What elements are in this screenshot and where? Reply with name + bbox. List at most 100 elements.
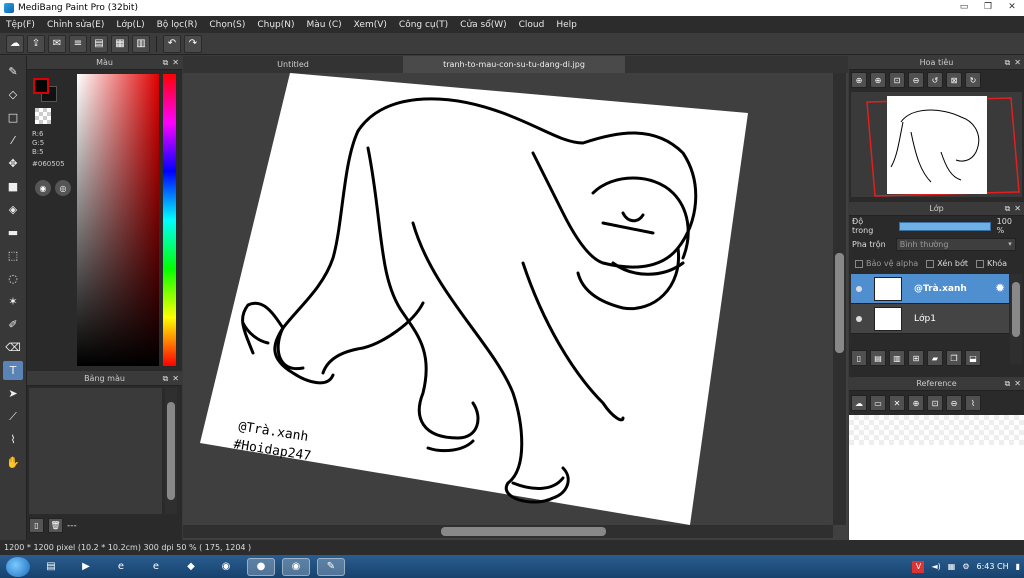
grid-icon[interactable]: ▥: [132, 34, 150, 53]
palette-scrollbar[interactable]: [165, 388, 177, 514]
share-icon[interactable]: ⇪: [27, 34, 45, 53]
chrome-icon[interactable]: ◉: [212, 558, 240, 576]
move-icon[interactable]: ✥: [3, 154, 23, 173]
show-desktop-icon[interactable]: ▮: [1016, 562, 1020, 571]
eyedropper-icon[interactable]: ⌇: [965, 395, 981, 411]
package-icon[interactable]: ◆: [177, 558, 205, 576]
minimize-button[interactable]: ▭: [952, 0, 976, 14]
close-icon[interactable]: ✕: [889, 395, 905, 411]
canvas-vertical-scrollbar[interactable]: [833, 73, 846, 525]
visibility-icon[interactable]: [856, 285, 862, 292]
palette-area[interactable]: [29, 388, 162, 514]
menu-file[interactable]: Tệp(F): [0, 20, 41, 30]
canvas-horizontal-scrollbar[interactable]: [183, 525, 833, 538]
navigator-preview[interactable]: [851, 92, 1022, 197]
menu-layer[interactable]: Lớp(L): [110, 20, 150, 30]
zoom-out-icon[interactable]: ⊖: [946, 395, 962, 411]
menu-tools[interactable]: Công cụ(T): [393, 20, 454, 30]
layer-row[interactable]: Lớp1: [851, 304, 1009, 334]
new-8bit-layer-icon[interactable]: ▥: [889, 350, 905, 366]
clock[interactable]: 6:43 CH: [976, 562, 1008, 571]
protect-alpha-option[interactable]: Bảo vệ alpha: [855, 259, 918, 268]
menu-cloud[interactable]: Cloud: [513, 20, 551, 30]
menu-window[interactable]: Cửa sổ(W): [454, 20, 512, 30]
new-palette-icon[interactable]: ▯: [29, 518, 44, 533]
page-icon[interactable]: ▤: [90, 34, 108, 53]
select-rect-icon[interactable]: ⬚: [3, 246, 23, 265]
select-pen-icon[interactable]: ✐: [3, 315, 23, 334]
foreground-color-swatch[interactable]: [33, 78, 49, 94]
rotate-left-icon[interactable]: ↺: [927, 72, 943, 88]
blend-mode-select[interactable]: Bình thường ▾: [895, 237, 1016, 251]
rotate-right-icon[interactable]: ↻: [965, 72, 981, 88]
hue-slider[interactable]: [163, 74, 176, 366]
saturation-value-picker[interactable]: [77, 74, 159, 366]
scroll-thumb[interactable]: [835, 253, 844, 353]
eyedropper-icon[interactable]: ⌇: [3, 430, 23, 449]
scroll-thumb[interactable]: [441, 527, 606, 536]
chat-icon[interactable]: ≡: [69, 34, 87, 53]
opacity-slider[interactable]: [898, 221, 991, 231]
select-eraser-icon[interactable]: ⌫: [3, 338, 23, 357]
brush-icon[interactable]: ✎: [3, 62, 23, 81]
menu-capture[interactable]: Chụp(N): [251, 20, 300, 30]
operation-icon[interactable]: ➤: [3, 384, 23, 403]
media-player-icon[interactable]: ▶: [72, 558, 100, 576]
fill-rect-icon[interactable]: ■: [3, 177, 23, 196]
float-icon[interactable]: ⧉: [163, 58, 169, 68]
scroll-thumb[interactable]: [167, 402, 175, 500]
new-layer-icon[interactable]: ▯: [851, 350, 867, 366]
menu-filter[interactable]: Bộ lọc(R): [151, 20, 204, 30]
medibang-taskbar-icon[interactable]: ✎: [317, 557, 345, 576]
magic-wand-icon[interactable]: ✶: [3, 292, 23, 311]
tab-untitled[interactable]: Untitled: [183, 56, 403, 73]
float-icon[interactable]: ⧉: [163, 374, 169, 384]
layer-row[interactable]: @Trà.xanh ✹: [851, 274, 1009, 304]
start-button[interactable]: [6, 556, 30, 577]
menu-color[interactable]: Màu (C): [301, 20, 348, 30]
volume-icon[interactable]: ◄): [931, 562, 940, 571]
palette-mixer-icon[interactable]: ◎: [55, 180, 71, 196]
add-layer-menu-icon[interactable]: ⊞: [908, 350, 924, 366]
text-icon[interactable]: T: [3, 361, 23, 380]
explorer-icon[interactable]: ▤: [37, 558, 65, 576]
scroll-thumb[interactable]: [1012, 282, 1020, 337]
lasso-icon[interactable]: ◌: [3, 269, 23, 288]
cloud-download-icon[interactable]: ☁: [851, 395, 867, 411]
hand-icon[interactable]: ✋: [3, 453, 23, 472]
clipping-option[interactable]: Xén bớt: [926, 259, 968, 268]
edge-icon[interactable]: e: [142, 558, 170, 576]
folder-icon[interactable]: ▰: [927, 350, 943, 366]
duplicate-icon[interactable]: ❐: [946, 350, 962, 366]
undo-icon[interactable]: ↶: [163, 34, 181, 53]
float-icon[interactable]: ⧉: [1005, 379, 1011, 389]
document-viewport[interactable]: @Trà.xanh #Hoidap247: [183, 73, 831, 525]
lock-option[interactable]: Khóa: [975, 259, 1007, 268]
restore-button[interactable]: ❐: [976, 0, 1000, 14]
settings-tray-icon[interactable]: ⚙: [962, 562, 969, 571]
menu-edit[interactable]: Chỉnh sửa(E): [41, 20, 110, 30]
palette-wheel-icon[interactable]: ◉: [35, 180, 51, 196]
dot-brush-icon[interactable]: ⁄: [3, 131, 23, 150]
fit-icon[interactable]: ⊡: [889, 72, 905, 88]
zoom-out-icon[interactable]: ⊖: [908, 72, 924, 88]
menu-view[interactable]: Xem(V): [348, 20, 393, 30]
reset-rotation-icon[interactable]: ⊠: [946, 72, 962, 88]
menu-help[interactable]: Help: [550, 20, 583, 30]
merge-icon[interactable]: ⬓: [965, 350, 981, 366]
menu-select[interactable]: Chọn(S): [203, 20, 251, 30]
close-icon[interactable]: ✕: [1014, 204, 1021, 214]
tab-lion-image[interactable]: tranh-to-mau-con-su-tu-dang-di.jpg: [403, 56, 625, 73]
open-folder-icon[interactable]: ▭: [870, 395, 886, 411]
zoom-in-icon[interactable]: ⊕: [908, 395, 924, 411]
app-taskbar-icon[interactable]: ●: [247, 557, 275, 576]
reference-canvas-strip[interactable]: [849, 415, 1024, 445]
gear-icon[interactable]: ✹: [995, 281, 1005, 295]
redo-icon[interactable]: ↷: [184, 34, 202, 53]
close-button[interactable]: ✕: [1000, 0, 1024, 14]
float-icon[interactable]: ⧉: [1005, 58, 1011, 68]
transparent-swatch[interactable]: [35, 108, 51, 124]
tray-v-icon[interactable]: V: [912, 560, 925, 573]
fit-icon[interactable]: ⊡: [927, 395, 943, 411]
reference-canvas[interactable]: [849, 445, 1024, 540]
